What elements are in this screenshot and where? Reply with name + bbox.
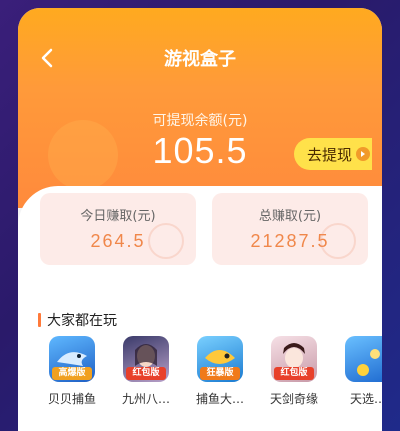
section-title: 大家都在玩 xyxy=(38,310,117,330)
games-list[interactable]: 高爆版 贝贝捕鱼 红包版 九州八… 狂暴版 捕鱼大… 红包版 天剑奇缘 天选 xyxy=(38,336,382,431)
game-item[interactable]: 红包版 九州八… xyxy=(112,336,180,431)
game-tag: 红包版 xyxy=(126,367,166,380)
game-name: 九州八… xyxy=(121,392,170,406)
back-arrow-icon xyxy=(41,48,53,68)
game-item[interactable]: 狂暴版 捕鱼大… xyxy=(186,336,254,431)
game-item[interactable]: 红包版 天剑奇缘 xyxy=(260,336,328,431)
heroine-game-icon: 红包版 xyxy=(123,336,169,382)
game-tag: 红包版 xyxy=(274,367,314,380)
game-tag: 狂暴版 xyxy=(200,367,240,380)
game-name: 天剑奇缘 xyxy=(269,392,318,406)
chevron-right-icon xyxy=(356,147,371,161)
game-name: 贝贝捕鱼 xyxy=(47,392,96,406)
shark-game-icon: 高爆版 xyxy=(49,336,95,382)
app-screen: 游视盒子 可提现余额(元) 105.5 去提现 今日赚取(元) 264.5 总赚… xyxy=(18,8,382,431)
today-earnings-card: 今日赚取(元) 264.5 xyxy=(40,193,196,265)
section-title-text: 大家都在玩 xyxy=(47,313,117,329)
game-name: 捕鱼大… xyxy=(195,392,244,406)
total-earnings-label: 总赚取(元) xyxy=(258,209,322,224)
balance-label: 可提现余额(元) xyxy=(152,113,248,129)
girl-game-icon: 红包版 xyxy=(271,336,317,382)
withdraw-button[interactable]: 去提现 xyxy=(294,138,372,170)
page-title: 游视盒子 xyxy=(164,49,236,70)
title-bar: 游视盒子 xyxy=(18,38,382,78)
total-earnings-card: 总赚取(元) 21287.5 xyxy=(212,193,368,265)
fish-game-icon: 狂暴版 xyxy=(197,336,243,382)
game-tag: 高爆版 xyxy=(52,367,92,380)
games-section: 大家都在玩 高爆版 贝贝捕鱼 红包版 九州八… 狂暴版 捕鱼大… 红包版 天剑奇… xyxy=(18,286,382,431)
game-item[interactable]: 天选… xyxy=(334,336,382,431)
coin-stack-icon xyxy=(320,223,356,259)
game-item[interactable]: 高爆版 贝贝捕鱼 xyxy=(38,336,106,431)
game-name: 天选… xyxy=(349,392,382,406)
today-earnings-label: 今日赚取(元) xyxy=(80,209,156,224)
back-button[interactable] xyxy=(38,46,62,70)
coin-stack-icon xyxy=(148,223,184,259)
ocean-game-icon xyxy=(345,336,382,382)
withdraw-label: 去提现 xyxy=(307,145,353,164)
section-accent-bar xyxy=(38,313,41,327)
header: 游视盒子 可提现余额(元) 105.5 去提现 xyxy=(18,8,382,208)
